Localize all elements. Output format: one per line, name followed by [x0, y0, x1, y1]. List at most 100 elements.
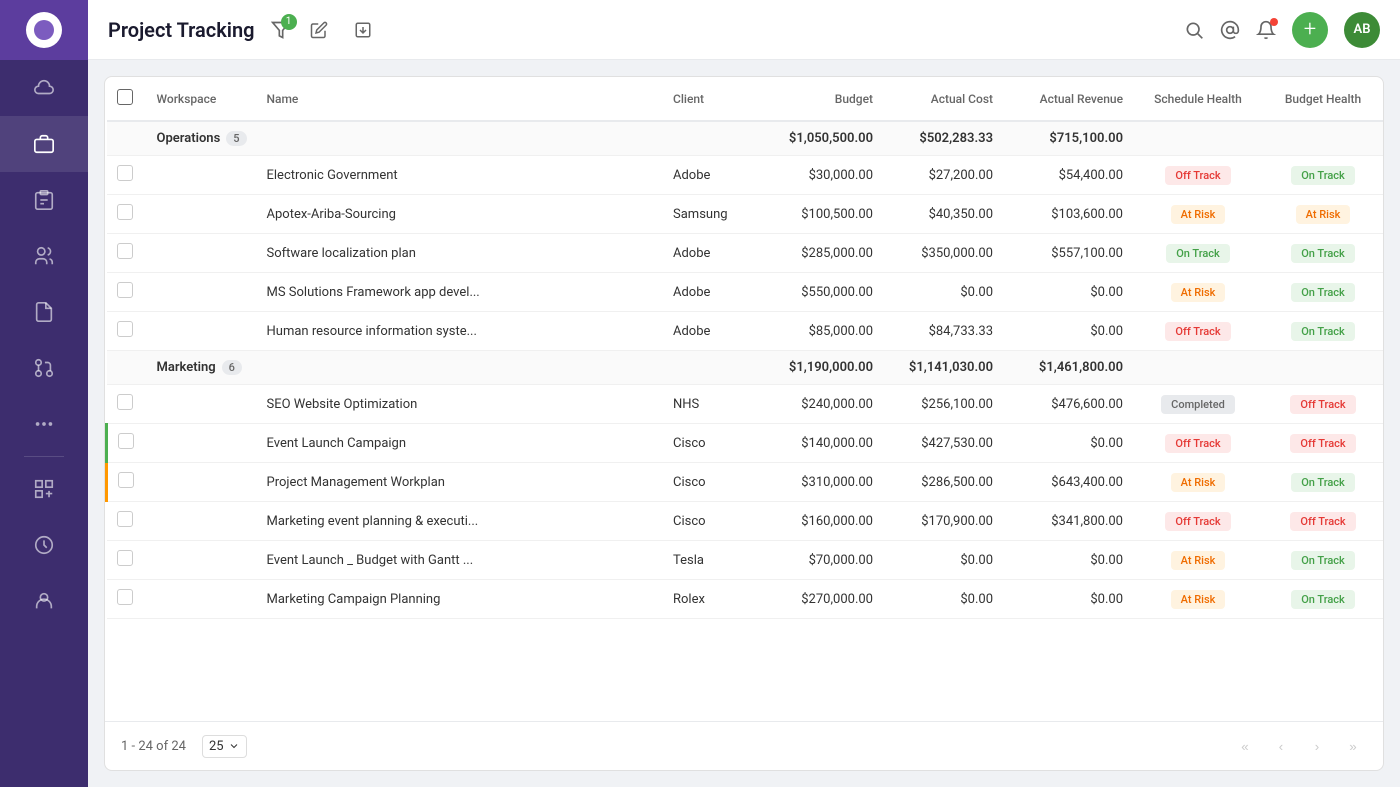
table-container: Workspace Name Client Budget Actual Cost…: [104, 76, 1384, 771]
group-budget-health-col: [1263, 351, 1383, 385]
row-checkbox[interactable]: [117, 394, 133, 410]
row-actual-revenue: $0.00: [1003, 424, 1133, 463]
table-scroll[interactable]: Workspace Name Client Budget Actual Cost…: [105, 77, 1383, 721]
next-page-button[interactable]: ›: [1303, 732, 1331, 760]
sidebar-item-chart[interactable]: [0, 461, 88, 517]
schedule-badge: Off Track: [1165, 322, 1230, 341]
last-page-button[interactable]: »: [1339, 732, 1367, 760]
row-checkbox[interactable]: [117, 550, 133, 566]
row-budget-health: Off Track: [1263, 502, 1383, 541]
row-checkbox[interactable]: [117, 511, 133, 527]
notifications-icon[interactable]: [1256, 20, 1276, 40]
table-row: Apotex-Ariba-Sourcing Samsung $100,500.0…: [107, 195, 1384, 234]
page-size-select[interactable]: 25: [202, 735, 247, 758]
row-checkbox[interactable]: [117, 282, 133, 298]
sidebar-item-briefcase[interactable]: [0, 116, 88, 172]
row-checkbox[interactable]: [117, 204, 133, 220]
main-area: Project Tracking 1 + AB: [88, 0, 1400, 787]
row-checkbox[interactable]: [117, 589, 133, 605]
schedule-badge: At Risk: [1171, 473, 1226, 492]
group-name-cell: Operations 5: [147, 121, 664, 156]
row-actual-revenue: $54,400.00: [1003, 156, 1133, 195]
row-schedule-health: At Risk: [1133, 195, 1263, 234]
table-row: Marketing event planning & executi... Ci…: [107, 502, 1384, 541]
add-button[interactable]: +: [1292, 12, 1328, 48]
sidebar-item-person[interactable]: [0, 573, 88, 629]
row-name: Marketing event planning & executi...: [257, 502, 664, 541]
row-actual-cost: $256,100.00: [883, 385, 1003, 424]
group-client-col: [663, 351, 763, 385]
sidebar-item-users[interactable]: [0, 228, 88, 284]
header-budget-health: Budget Health: [1263, 77, 1383, 121]
first-page-button[interactable]: «: [1231, 732, 1259, 760]
at-icon[interactable]: [1220, 20, 1240, 40]
row-actual-cost: $350,000.00: [883, 234, 1003, 273]
sidebar-item-file[interactable]: [0, 284, 88, 340]
sidebar-item-more[interactable]: [0, 396, 88, 452]
row-budget: $30,000.00: [763, 156, 883, 195]
row-workspace: [147, 195, 257, 234]
header-name: Name: [257, 77, 664, 121]
group-check-col: [107, 351, 147, 385]
row-client: Samsung: [663, 195, 763, 234]
row-actual-cost: $286,500.00: [883, 463, 1003, 502]
row-client: Adobe: [663, 312, 763, 351]
row-schedule-health: At Risk: [1133, 580, 1263, 619]
page-size-value: 25: [209, 739, 224, 754]
search-icon[interactable]: [1184, 20, 1204, 40]
table-row: Project Management Workplan Cisco $310,0…: [107, 463, 1384, 502]
sidebar-item-cloud[interactable]: [0, 60, 88, 116]
row-budget: $85,000.00: [763, 312, 883, 351]
row-schedule-health: Off Track: [1133, 502, 1263, 541]
row-budget: $270,000.00: [763, 580, 883, 619]
logo-inner: [34, 20, 54, 40]
group-budget: $1,050,500.00: [763, 121, 883, 156]
row-workspace: [147, 463, 257, 502]
group-name: Marketing 6: [157, 360, 654, 375]
group-label: Operations: [157, 131, 221, 146]
row-checkbox[interactable]: [117, 243, 133, 259]
table-row: SEO Website Optimization NHS $240,000.00…: [107, 385, 1384, 424]
group-actual-revenue: $1,461,800.00: [1003, 351, 1133, 385]
row-check: [107, 195, 147, 234]
row-budget-health: On Track: [1263, 541, 1383, 580]
prev-page-button[interactable]: ‹: [1267, 732, 1295, 760]
avatar[interactable]: AB: [1344, 12, 1380, 48]
row-checkbox[interactable]: [117, 165, 133, 181]
app-logo[interactable]: [0, 0, 88, 60]
row-workspace: [147, 234, 257, 273]
budget-health-badge: On Track: [1291, 283, 1355, 302]
row-checkbox[interactable]: [118, 433, 134, 449]
header-actual-cost: Actual Cost: [883, 77, 1003, 121]
schedule-badge: At Risk: [1171, 283, 1226, 302]
group-schedule-col: [1133, 351, 1263, 385]
row-name: Marketing Campaign Planning: [257, 580, 664, 619]
table-row: Software localization plan Adobe $285,00…: [107, 234, 1384, 273]
edit-button[interactable]: [303, 14, 335, 46]
header-checkbox[interactable]: [117, 89, 133, 105]
sidebar-item-clipboard[interactable]: [0, 172, 88, 228]
page-title: Project Tracking: [108, 18, 255, 42]
header-right: + AB: [1184, 12, 1380, 48]
row-check: [107, 156, 147, 195]
sidebar-item-git[interactable]: [0, 340, 88, 396]
row-check: [107, 385, 147, 424]
row-actual-cost: $170,900.00: [883, 502, 1003, 541]
filter-button[interactable]: 1: [271, 20, 291, 40]
row-check: [107, 580, 147, 619]
row-checkbox[interactable]: [118, 472, 134, 488]
row-client: Cisco: [663, 424, 763, 463]
row-checkbox[interactable]: [117, 321, 133, 337]
row-workspace: [147, 385, 257, 424]
row-budget: $70,000.00: [763, 541, 883, 580]
group-count: 6: [222, 360, 242, 375]
group-row: Marketing 6 $1,190,000.00 $1,141,030.00 …: [107, 351, 1384, 385]
row-budget-health: On Track: [1263, 312, 1383, 351]
download-button[interactable]: [347, 14, 379, 46]
row-workspace: [147, 312, 257, 351]
row-budget-health: On Track: [1263, 273, 1383, 312]
group-count: 5: [226, 131, 246, 146]
sidebar-item-clock[interactable]: [0, 517, 88, 573]
budget-health-badge: At Risk: [1296, 205, 1351, 224]
row-budget: $310,000.00: [763, 463, 883, 502]
